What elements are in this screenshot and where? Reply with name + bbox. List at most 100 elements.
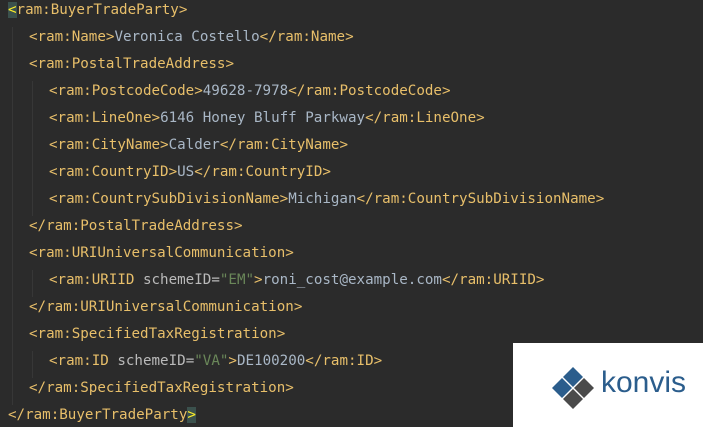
element-text: 49628-7978 [202, 83, 289, 99]
tag-close-bracket: > [345, 29, 354, 45]
tag-open-bracket: < [29, 56, 38, 72]
tag-close-bracket: > [151, 110, 161, 126]
opening-tag-name: ram:ID [57, 353, 109, 369]
element-text: Veronica Costello [114, 29, 260, 45]
closing-tag-name: ram:SpecifiedTaxRegistration [46, 380, 286, 396]
code-line[interactable]: </ram:PostalTradeAddress> [29, 213, 243, 240]
opening-tag-name: ram:BuyerTradeParty [16, 2, 179, 18]
element-text: US [177, 164, 195, 180]
tag-close-bracket: > [535, 272, 545, 288]
tag-close-bracket: > [234, 218, 243, 234]
opening-tag-name: ram:CityName [57, 137, 161, 153]
tag-open-bracket: </ [441, 272, 460, 288]
tag-open-bracket: < [29, 245, 38, 261]
indent-guide-level-2c [32, 351, 33, 378]
code-line[interactable]: <ram:CountryID>US</ram:CountryID> [49, 159, 331, 186]
code-line[interactable]: </ram:BuyerTradeParty> [8, 402, 196, 427]
opening-tag-name: ram:CountryID [57, 164, 169, 180]
code-line[interactable]: <ram:CountrySubDivisionName>Michigan</ra… [49, 186, 604, 213]
tag-close-bracket: > [293, 299, 303, 315]
xml-editor[interactable]: <ram:BuyerTradeParty> <ram:Name>Veronica … [0, 0, 703, 427]
opening-tag-name: ram:PostcodeCode [57, 83, 195, 99]
code-line[interactable]: </ram:SpecifiedTaxRegistration> [29, 375, 294, 402]
tag-open-bracket: < [49, 110, 58, 126]
tag-close-bracket: > [339, 137, 348, 153]
tag-open-bracket: < [29, 29, 38, 45]
closing-tag-name: ram:ID [322, 353, 374, 369]
tag-open-bracket: < [29, 326, 38, 342]
tag-close-bracket: > [254, 272, 263, 288]
opening-tag-name: ram:SpecifiedTaxRegistration [37, 326, 277, 342]
tag-close-bracket: > [476, 110, 485, 126]
tag-open-bracket: < [49, 191, 58, 207]
tag-close-bracket: > [285, 245, 294, 261]
element-text: 6146 Honey Bluff Parkway [160, 110, 366, 126]
tag-open-bracket: < [49, 83, 58, 99]
closing-tag-name: ram:BuyerTradeParty [25, 407, 188, 423]
code-line[interactable]: <ram:ID schemeID="VA">DE100200</ram:ID> [49, 348, 382, 375]
closing-tag-name: ram:URIUniversalCommunication [46, 299, 294, 315]
attribute-name: schemeID [117, 353, 186, 369]
tag-close-bracket: > [441, 83, 451, 99]
attribute-name: schemeID [142, 272, 212, 288]
indent-guide-level-1 [12, 27, 13, 405]
opening-tag-name: ram:URIID [57, 272, 135, 288]
tag-open-bracket: </ [29, 218, 47, 234]
tag-close-bracket: > [228, 353, 237, 369]
code-line[interactable]: </ram:URIUniversalCommunication> [29, 294, 302, 321]
tag-close-bracket: > [279, 191, 289, 207]
tag-open-bracket: </ [219, 137, 237, 153]
tag-close-bracket: > [595, 191, 605, 207]
code-line[interactable]: <ram:CityName>Calder</ram:CityName> [49, 132, 348, 159]
konvis-logo-panel: konvis [513, 343, 703, 427]
tag-open-bracket: </ [29, 299, 47, 315]
element-text: roni_cost@example.com [262, 272, 442, 288]
closing-tag-name: ram:CountrySubDivisionName [373, 191, 596, 207]
tag-close-bracket: > [178, 2, 188, 18]
element-text: Calder [168, 137, 220, 153]
indent-guide-level-2b [32, 270, 33, 297]
closing-tag-name: ram:Name [276, 29, 346, 45]
attribute-equals: = [185, 353, 195, 369]
tag-open-bracket: </ [356, 191, 374, 207]
closing-tag-name: ram:CountryID [211, 164, 323, 180]
tag-open-bracket: </ [8, 407, 26, 423]
code-line[interactable]: <ram:LineOne>6146 Honey Bluff Parkway</r… [49, 105, 485, 132]
tag-close-bracket: > [225, 56, 235, 72]
opening-tag-name: ram:PostalTradeAddress [37, 56, 226, 72]
closing-tag-name: ram:PostcodeCode [305, 83, 442, 99]
tag-open-bracket: </ [288, 83, 306, 99]
code-line[interactable]: <ram:SpecifiedTaxRegistration> [29, 321, 285, 348]
opening-tag-name: ram:LineOne [57, 110, 152, 126]
tag-open-bracket: < [8, 2, 17, 18]
tag-open-bracket: </ [365, 110, 383, 126]
konvis-logo-text: konvis [601, 366, 687, 399]
closing-tag-name: ram:URIID [459, 272, 536, 288]
code-line[interactable]: <ram:BuyerTradeParty> [8, 0, 187, 24]
tag-close-bracket: > [168, 164, 178, 180]
code-line[interactable]: <ram:Name>Veronica Costello</ram:Name> [29, 24, 354, 51]
tag-close-bracket: > [187, 407, 196, 423]
tag-close-bracket: > [194, 83, 203, 99]
konvis-diamond-logo-icon [552, 367, 594, 409]
tag-close-bracket: > [276, 326, 286, 342]
opening-tag-name: ram:Name [37, 29, 106, 45]
tag-open-bracket: < [49, 353, 58, 369]
code-line[interactable]: <ram:PostcodeCode>49628-7978</ram:Postco… [49, 78, 451, 105]
closing-tag-name: ram:CityName [236, 137, 340, 153]
indent-guide-level-2a [32, 81, 33, 216]
opening-tag-name: ram:URIUniversalCommunication [37, 245, 286, 261]
closing-tag-name: ram:LineOne [382, 110, 477, 126]
tag-close-bracket: > [160, 137, 169, 153]
attribute-value: "EM" [219, 272, 255, 288]
code-line[interactable]: <ram:URIID schemeID="EM">roni_cost@examp… [49, 267, 544, 294]
tag-open-bracket: </ [29, 380, 47, 396]
attribute-value: "VA" [194, 353, 229, 369]
tag-open-bracket: </ [259, 29, 277, 45]
element-text: Michigan [288, 191, 357, 207]
code-line[interactable]: <ram:URIUniversalCommunication> [29, 240, 294, 267]
opening-tag-name: ram:CountrySubDivisionName [57, 191, 280, 207]
closing-tag-name: ram:PostalTradeAddress [46, 218, 235, 234]
tag-close-bracket: > [373, 353, 383, 369]
code-line[interactable]: <ram:PostalTradeAddress> [29, 51, 234, 78]
